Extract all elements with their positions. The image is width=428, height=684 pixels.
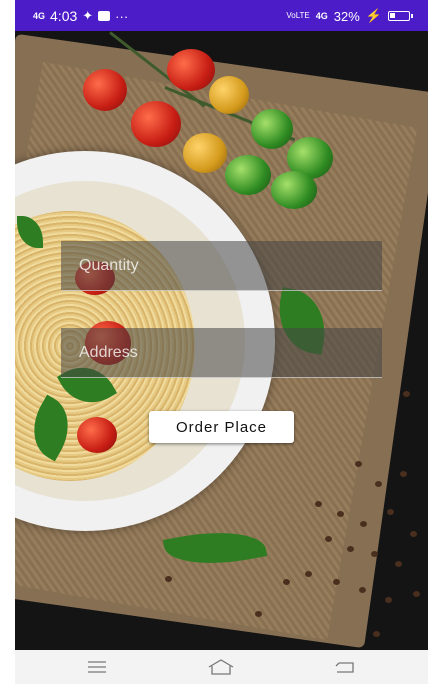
tomato — [131, 101, 181, 147]
peppercorn — [385, 597, 392, 603]
peppercorn — [373, 631, 380, 637]
peppercorn — [347, 546, 354, 552]
app-badge-icon — [98, 11, 111, 21]
tomato — [77, 417, 117, 453]
menu-button[interactable] — [67, 650, 127, 684]
status-right: VoLTE 4G 32% ⚡ — [286, 8, 413, 24]
quantity-input[interactable] — [61, 241, 382, 290]
tomato — [251, 109, 293, 149]
tomato — [183, 133, 227, 173]
peppercorn — [305, 571, 312, 577]
peppercorn — [355, 461, 362, 467]
battery-percent: 32% — [333, 8, 360, 24]
app-screen: 4G 4:03 ✦ ··· VoLTE 4G 32% ⚡ Quantity Ad… — [15, 0, 428, 684]
peppercorn — [403, 391, 410, 397]
peppercorn — [255, 611, 262, 617]
peppercorn — [410, 531, 417, 537]
battery-fill — [390, 13, 396, 18]
home-button[interactable] — [191, 650, 251, 684]
volte-indicator: VoLTE — [286, 11, 310, 20]
peppercorn — [315, 501, 322, 507]
peppercorn — [400, 471, 407, 477]
peppercorn — [360, 521, 367, 527]
quantity-field[interactable] — [61, 241, 382, 291]
more-notifications-icon: ··· — [115, 8, 129, 24]
peppercorn — [371, 551, 378, 557]
tomato — [209, 76, 249, 114]
back-icon — [335, 662, 354, 673]
peppercorn — [413, 591, 420, 597]
tomato — [167, 49, 215, 91]
charging-icon: ⚡ — [365, 8, 382, 23]
navigation-bar — [15, 650, 428, 684]
peppercorn — [325, 536, 332, 542]
status-bar: 4G 4:03 ✦ ··· VoLTE 4G 32% ⚡ — [15, 0, 428, 31]
address-input[interactable] — [61, 328, 382, 377]
peppercorn — [359, 587, 366, 593]
back-button[interactable] — [315, 650, 375, 684]
peppercorn — [375, 481, 382, 487]
order-place-button[interactable]: Order Place — [149, 411, 294, 443]
battery-icon — [388, 11, 413, 21]
home-icon — [208, 659, 234, 675]
status-time: 4:03 — [50, 8, 78, 24]
peppercorn — [387, 509, 394, 515]
address-field[interactable] — [61, 328, 382, 378]
tomato — [271, 171, 317, 209]
menu-icon — [88, 661, 106, 673]
peppercorn — [337, 511, 344, 517]
peppercorn — [165, 576, 172, 582]
status-left: 4G 4:03 ✦ ··· — [33, 8, 128, 24]
tomato — [225, 155, 271, 195]
peppercorn — [395, 561, 402, 567]
tomato — [83, 69, 127, 111]
peppercorn — [283, 579, 290, 585]
network-type: 4G — [33, 11, 46, 21]
peppercorn — [333, 579, 340, 585]
network-type-right: 4G — [315, 11, 328, 21]
notification-icon: ✦ — [82, 8, 94, 23]
